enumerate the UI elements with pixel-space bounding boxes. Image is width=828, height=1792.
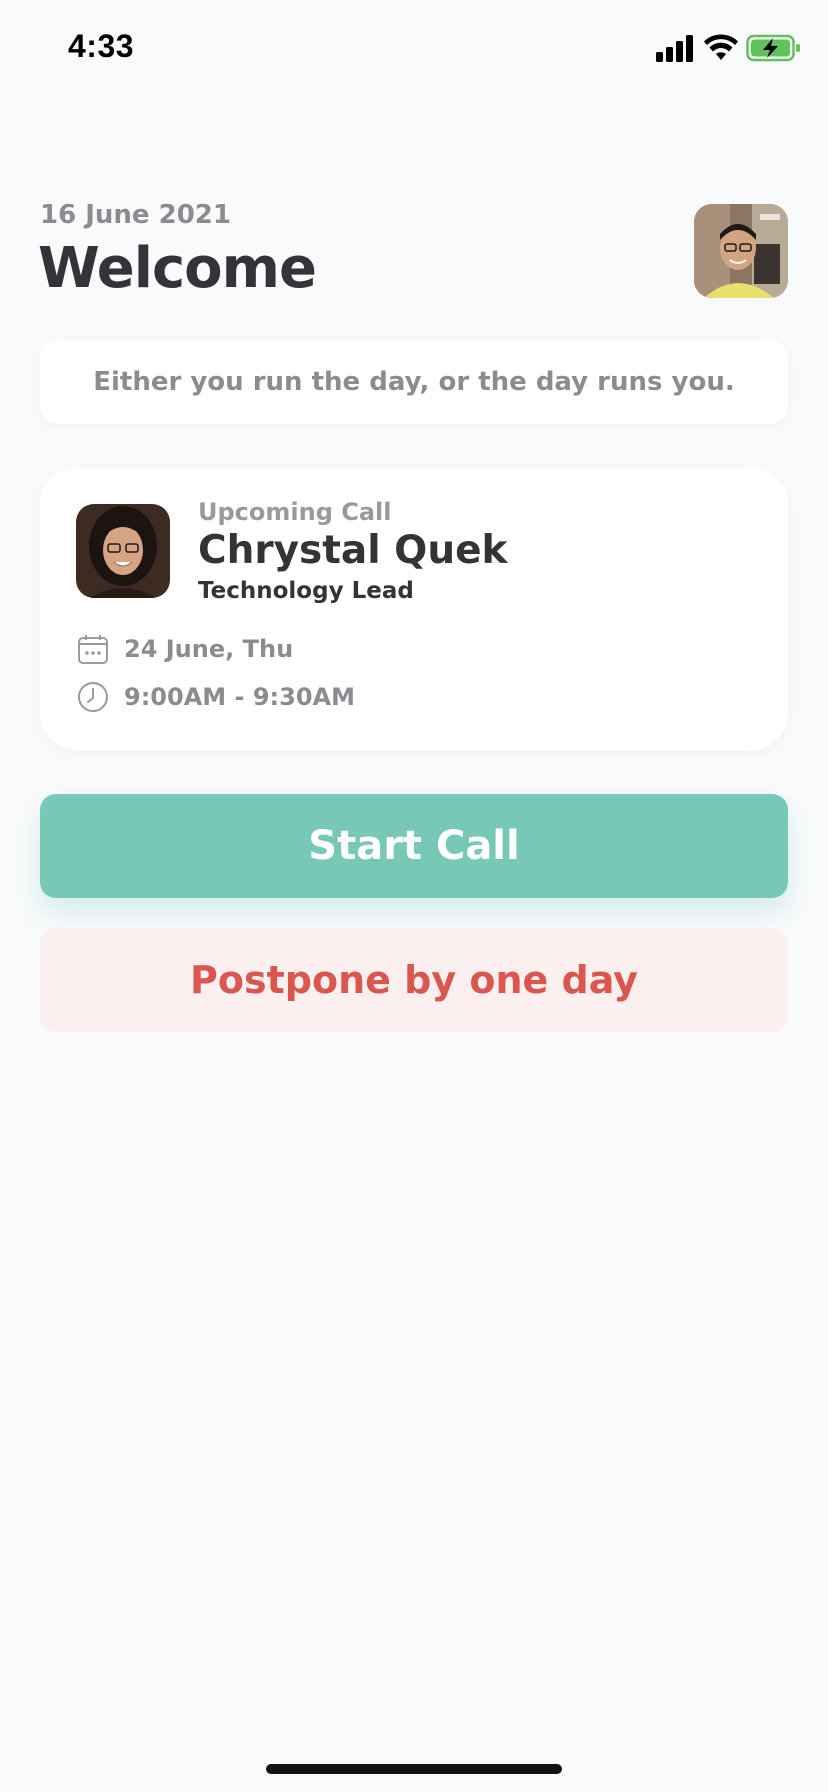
clock-icon xyxy=(76,680,110,714)
caller-photo xyxy=(76,504,170,598)
user-avatar-image xyxy=(694,204,788,298)
call-date-row: 24 June, Thu xyxy=(76,632,293,666)
upcoming-call-label: Upcoming Call xyxy=(198,498,392,526)
page-title: Welcome xyxy=(38,236,317,301)
status-time: 4:33 xyxy=(68,28,135,64)
cellular-signal-icon xyxy=(656,35,693,62)
quote-card: Either you run the day, or the day runs … xyxy=(40,340,788,424)
call-date: 24 June, Thu xyxy=(124,635,294,663)
quote-text: Either you run the day, or the day runs … xyxy=(93,367,735,397)
postpone-button[interactable]: Postpone by one day xyxy=(40,928,788,1032)
upcoming-call-card: Upcoming Call Chrystal Quek Technology L… xyxy=(40,468,788,750)
caller-role: Technology Lead xyxy=(198,578,414,604)
wifi-icon xyxy=(704,34,738,60)
current-date: 16 June 2021 xyxy=(40,200,231,230)
start-call-button[interactable]: Start Call xyxy=(40,794,788,898)
caller-photo-image xyxy=(76,504,170,598)
calendar-icon xyxy=(76,632,110,666)
caller-name: Chrystal Quek xyxy=(198,528,508,573)
battery-charging-icon xyxy=(746,34,800,62)
home-indicator[interactable] xyxy=(266,1764,562,1774)
user-avatar[interactable] xyxy=(694,204,788,298)
call-time: 9:00AM - 9:30AM xyxy=(124,683,355,711)
status-icons xyxy=(656,34,800,64)
call-time-row: 9:00AM - 9:30AM xyxy=(76,680,355,714)
